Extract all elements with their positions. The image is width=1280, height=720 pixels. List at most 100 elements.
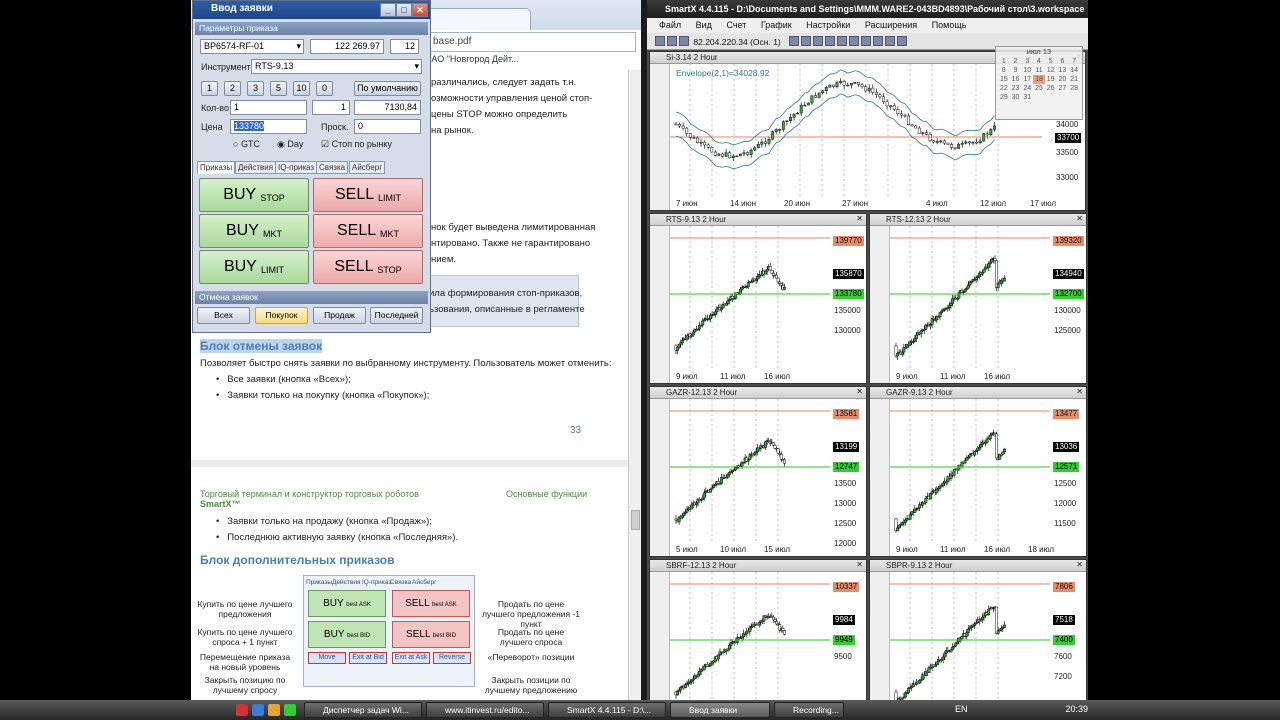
close-icon[interactable]: ✕: [412, 3, 428, 17]
chart-canvas[interactable]: [670, 572, 830, 700]
app-icon[interactable]: [284, 704, 296, 716]
calendar-day[interactable]: 21: [1068, 75, 1080, 84]
cancel-sells-button[interactable]: Продаж: [313, 307, 366, 324]
toolbar-icon[interactable]: [655, 36, 665, 46]
calendar-day[interactable]: 23: [1010, 84, 1022, 93]
task-order-dialog[interactable]: Ввод заявки: [670, 702, 770, 718]
taskbar-clock[interactable]: 20:39: [1065, 704, 1088, 714]
app-icon[interactable]: [268, 704, 280, 716]
calendar-day[interactable]: 14: [1068, 66, 1080, 75]
chart-panel[interactable]: SBPR-9.13 2 Hour ✕ 7806 7518 7400 7600 7200…: [869, 559, 1087, 700]
toolbar-icon[interactable]: [801, 36, 812, 46]
toolbar-icon[interactable]: [789, 36, 800, 46]
toolbar-icon[interactable]: [813, 36, 824, 46]
sell-stop-button[interactable]: SELL STOP: [313, 250, 423, 284]
chart-panel[interactable]: RTS-12.13 2 Hour ✕ 139320 134940 132700 13…: [869, 213, 1087, 384]
calendar-day[interactable]: 18: [1033, 75, 1045, 84]
minimize-icon[interactable]: _: [380, 3, 396, 17]
menu-file[interactable]: Файл: [659, 20, 681, 30]
task-recording[interactable]: Recording...: [774, 702, 844, 718]
language-indicator[interactable]: EN: [955, 704, 968, 714]
calendar-day[interactable]: 17: [1021, 75, 1033, 84]
menu-help[interactable]: Помощь: [932, 20, 967, 30]
calendar-day[interactable]: 2: [1010, 57, 1022, 66]
calendar-day[interactable]: 11: [1033, 66, 1045, 75]
dialog-title[interactable]: Ввод заявки _ □ ✕: [193, 1, 430, 19]
bookmark-item[interactable]: ЗАО "Новгород Дейт...: [426, 54, 641, 68]
menu-account[interactable]: Счет: [726, 20, 746, 30]
buy-stop-button[interactable]: BUY STOP: [199, 178, 309, 212]
chart-canvas[interactable]: [890, 399, 1050, 544]
close-icon[interactable]: ✕: [1076, 560, 1083, 569]
calendar-day[interactable]: 28: [1068, 84, 1080, 93]
qty-button-0[interactable]: 0: [316, 81, 333, 96]
default-button[interactable]: По умолчанию: [354, 81, 421, 96]
gtc-radio[interactable]: ○ GTC: [233, 139, 260, 149]
toolbar-icon[interactable]: [873, 36, 884, 46]
chart-canvas[interactable]: [670, 226, 830, 371]
menu-extensions[interactable]: Расширения: [865, 20, 917, 30]
calendar-day[interactable]: 31: [1021, 93, 1033, 102]
menu-view[interactable]: Вид: [696, 20, 712, 30]
task-task-manager[interactable]: Диспетчер задач Wi...: [304, 702, 422, 718]
qty-lots-field[interactable]: 1: [312, 100, 350, 115]
buy-limit-button[interactable]: BUY LIMIT: [199, 250, 309, 284]
calendar-day[interactable]: 10: [1021, 66, 1033, 75]
sell-market-button[interactable]: SELL MKT: [313, 214, 423, 248]
app-icon[interactable]: [252, 704, 264, 716]
leverage-field[interactable]: 12: [390, 39, 419, 54]
qty-button-3[interactable]: 3: [247, 81, 264, 96]
maximize-icon[interactable]: □: [396, 3, 412, 17]
calendar-day[interactable]: 24: [1021, 84, 1033, 93]
menu-chart[interactable]: График: [761, 20, 792, 30]
cancel-last-button[interactable]: Последней: [370, 307, 423, 324]
calendar-day[interactable]: 1: [998, 57, 1010, 66]
chart-canvas[interactable]: [670, 64, 1042, 198]
chart-canvas[interactable]: [670, 399, 830, 544]
calendar-day[interactable]: 8: [998, 66, 1010, 75]
close-icon[interactable]: ✕: [1076, 214, 1083, 223]
close-icon[interactable]: ✕: [856, 387, 863, 396]
sell-limit-button[interactable]: SELL LIMIT: [313, 178, 423, 212]
chart-panel[interactable]: GAZR-9.13 2 Hour ✕ 13477 13036 12571 12500…: [869, 386, 1087, 557]
menu-settings[interactable]: Настройки: [806, 20, 850, 30]
calendar-day[interactable]: 19: [1045, 75, 1057, 84]
chart-panel[interactable]: SBRF-12.13 2 Hour✕ 10337 9984 994995009 …: [649, 559, 867, 700]
calendar-day[interactable]: 6: [1057, 57, 1069, 66]
calendar-day[interactable]: 9: [1010, 66, 1022, 75]
calendar-day[interactable]: 4: [1033, 57, 1045, 66]
calendar-day[interactable]: 16: [1010, 75, 1022, 84]
toolbar-icon[interactable]: [885, 36, 896, 46]
tab-orders[interactable]: Приказы: [197, 161, 236, 174]
qty-button-10[interactable]: 10: [293, 81, 310, 96]
calendar-day[interactable]: 30: [1010, 93, 1022, 102]
day-radio[interactable]: ◉ Day: [277, 139, 303, 150]
calendar-day[interactable]: 20: [1057, 75, 1069, 84]
calendar-day[interactable]: 12: [1045, 66, 1057, 75]
toolbar-icon[interactable]: [837, 36, 848, 46]
tab-actions[interactable]: Действия: [235, 161, 277, 174]
chart-panel[interactable]: GAZR-12.13 2 Hour ✕ 13581 13199 12747 1350…: [649, 386, 867, 557]
calendar-grid[interactable]: 1 2 3 4 5 6 7 8 9 10 11 12 13 14 15 16 17 18 19 20 21 22 23 24 2…: [996, 57, 1082, 102]
qty-button-1[interactable]: 1: [201, 81, 218, 96]
cancel-buys-button[interactable]: Покупок: [255, 307, 308, 324]
scrollbar-thumb[interactable]: [631, 510, 640, 530]
price-input[interactable]: 133780: [230, 119, 307, 134]
qty-button-2[interactable]: 2: [224, 81, 241, 96]
toolbar-icon[interactable]: [849, 36, 860, 46]
chart-canvas[interactable]: [890, 226, 1050, 371]
address-bar[interactable]: base.pdf: [426, 32, 636, 52]
qty-button-5[interactable]: 5: [270, 81, 287, 96]
opera-icon[interactable]: [236, 704, 248, 716]
pdf-scrollbar[interactable]: [628, 70, 641, 700]
close-icon[interactable]: ✕: [856, 560, 863, 569]
calendar-day[interactable]: 5: [1045, 57, 1057, 66]
instrument-select[interactable]: RTS-9.13 ▾: [251, 59, 422, 74]
task-browser[interactable]: www.itinvest.ru/edito...: [426, 702, 544, 718]
calendar-day[interactable]: 7: [1068, 57, 1080, 66]
connection-icon[interactable]: [679, 36, 689, 46]
calendar-day[interactable]: 22: [998, 84, 1010, 93]
chart-panel[interactable]: RTS-9.13 2 Hour ✕ 139770 135870 133780 135…: [649, 213, 867, 384]
smartx-title[interactable]: SmartX 4.4.115 - D:\Documents and Settin…: [647, 0, 1088, 18]
stop-market-checkbox[interactable]: ☑ Стоп по рынку: [321, 139, 392, 150]
